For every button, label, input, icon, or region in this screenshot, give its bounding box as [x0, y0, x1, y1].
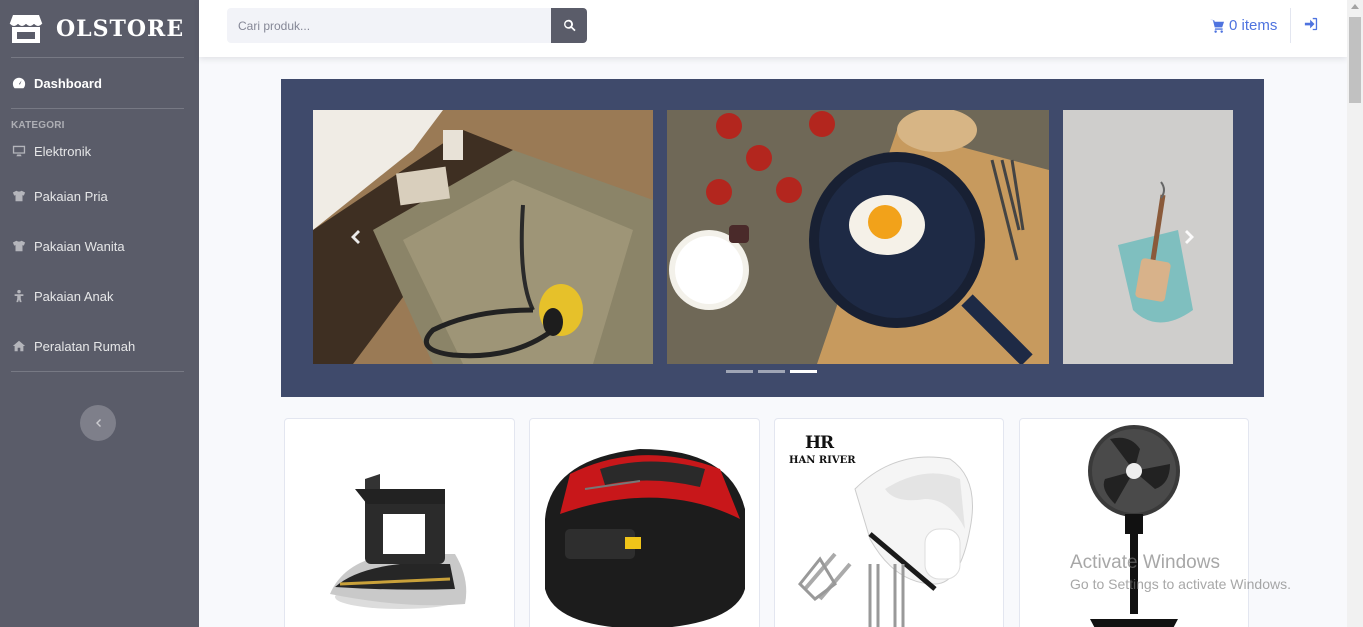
- sidebar-item-pakaian-pria[interactable]: Pakaian Pria: [0, 171, 199, 221]
- product-brand-logo: HR HAN RIVER: [789, 433, 856, 466]
- search-form: [227, 8, 587, 43]
- brand-name: OLSTORE: [56, 15, 185, 42]
- carousel-slide-vacuum: [313, 110, 653, 364]
- watermark-subtitle: Go to Settings to activate Windows.: [1070, 576, 1291, 592]
- product-card-stand-fan[interactable]: [1019, 418, 1249, 627]
- carousel-prev-button[interactable]: [347, 227, 363, 247]
- carousel-indicator-active[interactable]: [790, 370, 817, 373]
- cart-icon: [1210, 19, 1225, 33]
- brand[interactable]: OLSTORE: [0, 0, 199, 57]
- scroll-thumb[interactable]: [1349, 17, 1361, 103]
- topbar: 0 items: [199, 0, 1347, 57]
- sidebar-heading-kategori: KATEGORI: [11, 120, 65, 131]
- product-image-rice-cooker: [545, 449, 745, 627]
- carousel-indicators: [726, 370, 817, 373]
- search-button[interactable]: [551, 8, 587, 43]
- sidebar-item-label: Pakaian Pria: [34, 188, 108, 204]
- sign-in-icon: [1304, 17, 1318, 31]
- sidebar-item-label: Peralatan Rumah: [34, 338, 136, 354]
- scroll-up-arrow[interactable]: [1351, 4, 1359, 9]
- login-button[interactable]: [1304, 17, 1318, 36]
- sidebar-item-label: Pakaian Wanita: [34, 238, 125, 254]
- chevron-left-icon: [351, 230, 360, 244]
- carousel-next-button[interactable]: [1182, 227, 1198, 247]
- sidebar-item-elektronik[interactable]: Elektronik: [0, 131, 199, 171]
- activate-windows-watermark: Activate Windows Go to Settings to activ…: [1070, 552, 1291, 592]
- sidebar-item-dashboard[interactable]: Dashboard: [0, 58, 199, 108]
- product-card-iron[interactable]: [284, 418, 515, 627]
- chevron-right-icon: [1185, 230, 1194, 244]
- sidebar-item-pakaian-anak[interactable]: Pakaian Anak: [0, 271, 199, 321]
- chevron-left-icon: [96, 419, 101, 427]
- child-icon: [11, 288, 27, 304]
- dashboard-icon: [11, 75, 27, 91]
- carousel-slide-pan: [667, 110, 1049, 364]
- product-image-stand-fan: [1088, 425, 1180, 627]
- page-scrollbar[interactable]: [1347, 0, 1363, 627]
- cart-link[interactable]: 0 items: [1210, 17, 1277, 34]
- sidebar-item-pakaian-wanita[interactable]: Pakaian Wanita: [0, 221, 199, 271]
- shirt-icon: [11, 238, 27, 254]
- home-icon: [11, 338, 27, 354]
- cart-count: 0 items: [1229, 17, 1278, 34]
- product-image-iron: [330, 474, 467, 609]
- sidebar: OLSTORE Dashboard KATEGORI Elektronik Pa…: [0, 0, 199, 627]
- sidebar-toggle-button[interactable]: [80, 405, 116, 441]
- brand-name: HAN RIVER: [789, 455, 856, 466]
- carousel-slide-dustpan: [1063, 110, 1233, 364]
- sidebar-item-label: Pakaian Anak: [34, 288, 114, 304]
- topbar-divider: [1290, 8, 1291, 43]
- product-card-rice-cooker[interactable]: [529, 418, 760, 627]
- sidebar-item-label: Elektronik: [34, 143, 92, 159]
- sidebar-item-label: Dashboard: [34, 75, 102, 91]
- store-icon: [8, 13, 44, 45]
- product-card-hand-mixer[interactable]: HR HAN RIVER: [774, 418, 1004, 627]
- carousel-indicator[interactable]: [726, 370, 753, 373]
- shirt-icon: [11, 188, 27, 204]
- carousel-indicator[interactable]: [758, 370, 785, 373]
- search-icon: [563, 19, 576, 32]
- sidebar-divider: [11, 371, 184, 372]
- desktop-icon: [11, 143, 27, 159]
- watermark-title: Activate Windows: [1070, 552, 1220, 573]
- sidebar-item-peralatan-rumah[interactable]: Peralatan Rumah: [0, 321, 199, 371]
- brand-monogram: HR: [805, 433, 834, 453]
- search-input[interactable]: [227, 8, 551, 43]
- banner-carousel: [281, 79, 1264, 397]
